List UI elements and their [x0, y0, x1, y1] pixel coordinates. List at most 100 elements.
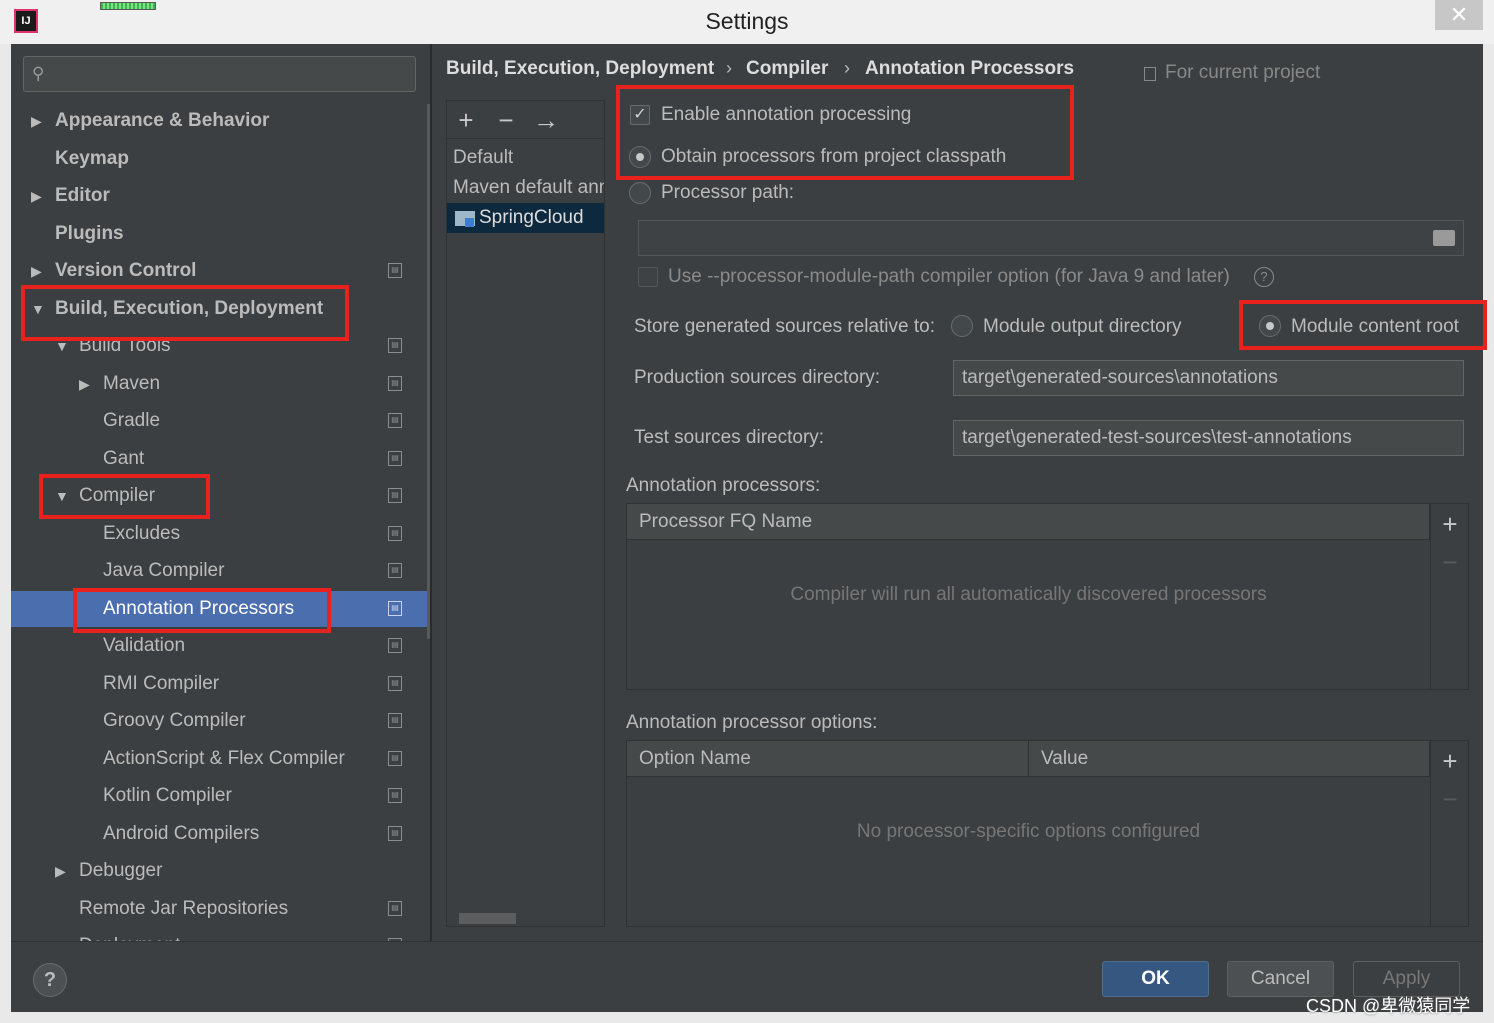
profile-item-springcloud[interactable]: SpringCloud [447, 203, 604, 233]
tree-item-label: Debugger [79, 860, 163, 881]
expand-arrow-icon[interactable]: ▶ [55, 853, 66, 889]
processors-side-toolbar: + − [1430, 504, 1468, 689]
tree-item-deployment[interactable]: ▶ Deployment ▤ [11, 928, 430, 941]
module-output-directory-radio[interactable] [951, 315, 973, 337]
tree-item-rmi-compiler[interactable]: RMI Compiler ▤ [11, 666, 430, 702]
remove-processor-button[interactable]: − [1431, 544, 1469, 580]
expand-arrow-icon[interactable]: ▶ [55, 928, 66, 941]
dialog-button-bar: ? OK Cancel Apply [11, 941, 1483, 1012]
processor-module-path-label[interactable]: Use --processor-module-path compiler opt… [668, 266, 1230, 288]
tree-item-version-control[interactable]: ▶ Version Control ▤ [11, 253, 430, 289]
processor-path-label[interactable]: Processor path: [661, 182, 794, 204]
tree-item-label: Compiler [79, 485, 156, 506]
collapse-arrow-icon[interactable]: ▼ [55, 478, 69, 514]
tree-item-remote-jar-repositories[interactable]: Remote Jar Repositories ▤ [11, 891, 430, 927]
ok-button[interactable]: OK [1102, 961, 1209, 997]
tree-item-label: Remote Jar Repositories [79, 898, 289, 919]
tree-item-actionscript-flex-compiler[interactable]: ActionScript & Flex Compiler ▤ [11, 741, 430, 777]
tree-item-build-tools[interactable]: ▼ Build Tools ▤ [11, 328, 430, 364]
tree-item-compiler[interactable]: ▼ Compiler ▤ [11, 478, 430, 514]
project-scope-icon: ▤ [388, 713, 402, 728]
settings-search-input[interactable]: ⚲ [23, 56, 416, 92]
project-scope-icon [1144, 67, 1156, 81]
tree-item-maven[interactable]: ▶ Maven ▤ [11, 366, 430, 402]
help-button[interactable]: ? [33, 963, 67, 997]
expand-arrow-icon[interactable]: ▶ [79, 366, 90, 402]
processor-path-input[interactable] [638, 220, 1464, 256]
tree-item-label: Keymap [55, 148, 129, 169]
add-profile-button[interactable]: + [451, 103, 481, 137]
tree-item-label: Appearance & Behavior [55, 110, 270, 131]
enable-annotation-processing-checkbox[interactable]: ✓ [630, 105, 650, 125]
window-title: Settings [705, 8, 789, 34]
window-border-right [1483, 44, 1494, 1023]
tree-item-kotlin-compiler[interactable]: Kotlin Compiler ▤ [11, 778, 430, 814]
tree-item-appearance[interactable]: ▶ Appearance & Behavior [11, 103, 430, 139]
project-scope-icon: ▤ [388, 676, 402, 691]
tree-item-label: Gant [103, 448, 145, 469]
collapse-arrow-icon[interactable]: ▼ [31, 291, 45, 327]
project-scope-icon: ▤ [388, 901, 402, 916]
column-processor-fq-name[interactable]: Processor FQ Name [627, 504, 1430, 540]
tree-item-label: Android Compilers [103, 823, 260, 844]
store-generated-label: Store generated sources relative to: [634, 316, 936, 337]
profile-item-default[interactable]: Default [447, 143, 604, 173]
add-option-button[interactable]: + [1431, 743, 1469, 779]
tree-item-groovy-compiler[interactable]: Groovy Compiler ▤ [11, 703, 430, 739]
module-output-directory-label[interactable]: Module output directory [983, 316, 1182, 338]
processor-module-path-checkbox[interactable] [638, 267, 658, 287]
remove-profile-button[interactable]: − [491, 103, 521, 137]
enable-annotation-processing-label[interactable]: Enable annotation processing [661, 104, 911, 126]
expand-arrow-icon[interactable]: ▶ [31, 178, 42, 214]
tree-item-gant[interactable]: Gant ▤ [11, 441, 430, 477]
project-scope-icon: ▤ [388, 751, 402, 766]
module-content-root-radio[interactable] [1259, 315, 1281, 337]
module-badge-icon [465, 218, 474, 227]
expand-arrow-icon[interactable]: ▶ [31, 103, 42, 139]
profile-item-label: SpringCloud [479, 207, 584, 228]
tree-item-plugins[interactable]: Plugins [11, 216, 430, 252]
tree-item-validation[interactable]: Validation ▤ [11, 628, 430, 664]
project-scope-icon: ▤ [388, 263, 402, 278]
tree-item-android-compilers[interactable]: Android Compilers ▤ [11, 816, 430, 852]
collapse-arrow-icon[interactable]: ▼ [55, 328, 69, 364]
production-sources-input[interactable]: target\generated-sources\annotations [953, 360, 1464, 396]
tree-item-excludes[interactable]: Excludes ▤ [11, 516, 430, 552]
obtain-from-classpath-radio[interactable] [629, 146, 651, 168]
tree-item-keymap[interactable]: Keymap [11, 141, 430, 177]
tree-item-debugger[interactable]: ▶ Debugger [11, 853, 430, 889]
tree-item-label: Validation [103, 635, 186, 656]
add-processor-button[interactable]: + [1431, 506, 1469, 542]
profile-item-maven-default[interactable]: Maven default annotation processors prof… [447, 173, 604, 203]
processors-empty-text: Compiler will run all automatically disc… [790, 584, 1267, 605]
help-icon[interactable]: ? [1254, 267, 1274, 287]
breadcrumb-build-execution-deployment[interactable]: Build, Execution, Deployment [446, 58, 714, 80]
processor-path-radio[interactable] [629, 182, 651, 204]
test-sources-input[interactable]: target\generated-test-sources\test-annot… [953, 420, 1464, 456]
remove-option-button[interactable]: − [1431, 781, 1469, 817]
tree-item-gradle[interactable]: Gradle ▤ [11, 403, 430, 439]
tree-item-label: Annotation Processors [103, 598, 295, 619]
close-button[interactable]: ✕ [1435, 0, 1483, 30]
breadcrumb-compiler[interactable]: Compiler [746, 58, 828, 80]
annotation-processors-title: Annotation processors: [626, 475, 821, 496]
module-content-root-label[interactable]: Module content root [1291, 316, 1459, 338]
profiles-horizontal-scrollbar[interactable] [459, 913, 516, 924]
tree-item-label: Groovy Compiler [103, 710, 246, 731]
expand-arrow-icon[interactable]: ▶ [31, 253, 42, 289]
tree-item-label: ActionScript & Flex Compiler [103, 748, 345, 769]
column-option-name[interactable]: Option Name [627, 741, 1029, 777]
settings-content-panel: Build, Execution, Deployment › Compiler … [432, 44, 1483, 941]
obtain-from-classpath-label[interactable]: Obtain processors from project classpath [661, 146, 1006, 168]
browse-folder-icon[interactable] [1433, 230, 1455, 246]
column-value[interactable]: Value [1029, 741, 1430, 777]
tree-item-build-execution-deployment[interactable]: ▼ Build, Execution, Deployment [11, 291, 430, 327]
move-to-profile-button[interactable]: → [531, 103, 561, 137]
project-scope-icon: ▤ [388, 488, 402, 503]
tree-item-java-compiler[interactable]: Java Compiler ▤ [11, 553, 430, 589]
test-sources-label: Test sources directory: [634, 427, 825, 448]
tree-item-annotation-processors[interactable]: Annotation Processors ▤ [11, 591, 427, 627]
project-scope-icon: ▤ [388, 413, 402, 428]
options-empty-text: No processor-specific options configured [856, 821, 1201, 842]
tree-item-editor[interactable]: ▶ Editor [11, 178, 430, 214]
